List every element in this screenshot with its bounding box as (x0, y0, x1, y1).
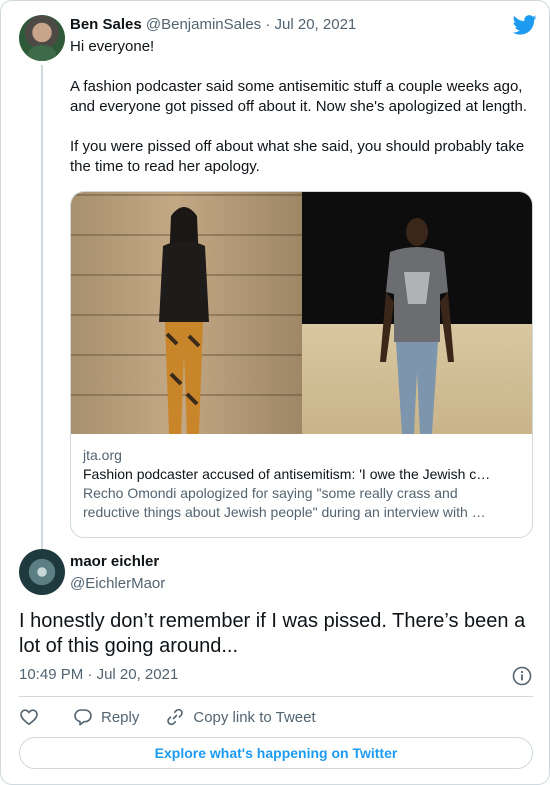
separator-dot: · (265, 16, 275, 33)
person-figure (379, 218, 454, 434)
card-domain: jta.org (83, 447, 122, 463)
card-description: Recho Omondi apologized for saying "some… (83, 484, 520, 522)
card-text: jta.org Fashion podcaster accused of ant… (71, 434, 532, 522)
parent-tweet-body: Ben Sales @BenjaminSales · Jul 20, 2021 … (70, 13, 537, 538)
card-description-line: reductive things about Jewish people" du… (83, 504, 486, 520)
twitter-bird-icon[interactable] (513, 15, 537, 35)
card-photo-right (301, 192, 532, 434)
link-card[interactable]: jta.org Fashion podcaster accused of ant… (70, 191, 533, 538)
separator-dot: · (87, 666, 97, 683)
card-image (71, 192, 532, 434)
tweet-date[interactable]: Jul 20, 2021 (97, 666, 179, 683)
person-figure (159, 207, 209, 434)
explore-button[interactable]: Explore what's happening on Twitter (19, 737, 533, 769)
reply-icon (74, 709, 92, 726)
heart-icon (20, 709, 38, 726)
card-photo-left (71, 192, 302, 434)
reply-button[interactable]: Reply (73, 707, 139, 727)
link-icon (167, 708, 184, 726)
copy-link-label: Copy link to Tweet (193, 708, 316, 726)
author-name[interactable]: maor eichler (70, 552, 159, 572)
author-name[interactable]: Ben Sales (70, 16, 142, 33)
copy-link-button[interactable]: Copy link to Tweet (165, 707, 316, 727)
tweet-paragraph: If you were pissed off about what she sa… (70, 138, 525, 175)
tweet-time[interactable]: 10:49 PM (19, 666, 83, 683)
tweet-date[interactable]: Jul 20, 2021 (275, 16, 357, 33)
tweet-paragraph: Hi everyone! (70, 38, 155, 55)
info-icon[interactable] (512, 666, 532, 686)
tweet-actions: Reply Copy link to Tweet (19, 705, 342, 729)
thread-connector (41, 65, 43, 551)
like-button[interactable] (19, 707, 47, 727)
tweet-text: I honestly don’t remember if I was pisse… (19, 610, 526, 657)
card-description-line: Recho Omondi apologized for saying "some… (83, 485, 458, 501)
avatar[interactable] (19, 549, 65, 595)
parent-tweet-header: Ben Sales @BenjaminSales · Jul 20, 2021 (70, 13, 537, 37)
card-title: Fashion podcaster accused of antisemitis… (83, 466, 491, 482)
parent-tweet-text: Hi everyone! A fashion podcaster said so… (70, 37, 537, 177)
tweet-embed: Ben Sales @BenjaminSales · Jul 20, 2021 … (0, 0, 550, 785)
author-handle[interactable]: @BenjaminSales (146, 16, 261, 33)
divider (19, 696, 533, 697)
tweet-paragraph: A fashion podcaster said some antisemiti… (70, 78, 528, 115)
author-handle[interactable]: @EichlerMaor (70, 574, 165, 594)
avatar[interactable] (19, 15, 65, 61)
tweet-timestamp[interactable]: 10:49 PM · Jul 20, 2021 (19, 665, 178, 685)
reply-label: Reply (101, 708, 140, 726)
